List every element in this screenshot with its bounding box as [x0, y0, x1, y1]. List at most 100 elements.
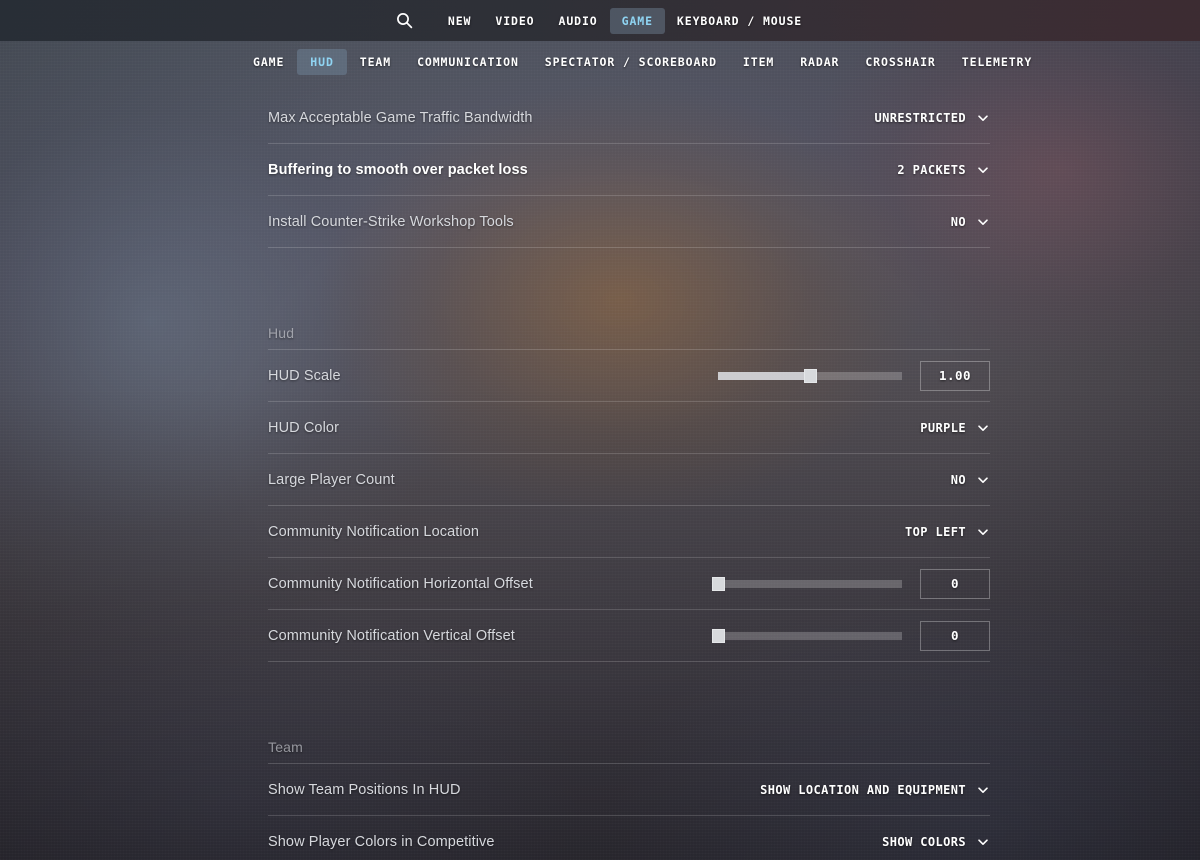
value-text: 1.00 — [938, 368, 972, 383]
slider-control: 1.00 — [718, 360, 990, 391]
dropdown-value: 2 PACKETS — [897, 162, 966, 177]
dropdown-value: NO — [950, 214, 966, 229]
setting-row-buffering-to-smooth-over-packet-loss[interactable]: Buffering to smooth over packet loss 2 PA… — [268, 144, 990, 196]
setting-control: 0 — [712, 620, 990, 651]
sub-tab-radar[interactable]: RADAR — [787, 49, 852, 75]
section-header-team: Team — [268, 702, 990, 764]
chevron-down-icon — [976, 473, 990, 487]
setting-label: HUD Color — [268, 419, 339, 436]
slider-fill — [718, 371, 810, 380]
sub-tab-bar: GAME HUD TEAM COMMUNICATION SPECTATOR / SCOR… — [0, 41, 1200, 83]
dropdown-install-counter-strike-workshop-tools[interactable]: NO — [951, 215, 990, 229]
setting-control: 2 PACKETS — [897, 163, 990, 177]
sub-tab-telemetry[interactable]: TELEMETRY — [949, 49, 1045, 75]
dropdown-large-player-count[interactable]: NO — [951, 473, 990, 487]
setting-label: Show Team Positions In HUD — [268, 781, 461, 798]
setting-control: SHOW LOCATION AND EQUIPMENT — [760, 783, 990, 797]
chevron-down-icon — [976, 215, 990, 229]
chevron-down-icon — [976, 783, 990, 797]
sub-tab-team[interactable]: TEAM — [347, 49, 404, 75]
section-title: Hud — [268, 325, 295, 341]
slider-community-notification-vertical-offset[interactable] — [712, 628, 902, 643]
setting-row-install-counter-strike-workshop-tools[interactable]: Install Counter-Strike Workshop Tools NO — [268, 196, 990, 248]
dropdown-value: NO — [950, 472, 966, 487]
value-text: 0 — [950, 576, 960, 591]
search-button[interactable] — [386, 7, 424, 35]
setting-control: NO — [951, 473, 990, 487]
sub-tab-item[interactable]: ITEM — [730, 49, 787, 75]
topnav-item-keyboard-mouse[interactable]: KEYBOARD / MOUSE — [665, 8, 814, 34]
setting-row-hud-color[interactable]: HUD Color PURPLE — [268, 402, 990, 454]
setting-control: PURPLE — [920, 421, 990, 435]
dropdown-value: TOP LEFT — [905, 524, 966, 539]
chevron-down-icon — [976, 163, 990, 177]
setting-row-community-notification-horizontal-offset[interactable]: Community Notification Horizontal Offset… — [268, 558, 990, 610]
dropdown-show-team-positions-in-hud[interactable]: SHOW LOCATION AND EQUIPMENT — [760, 783, 990, 797]
chevron-down-icon — [976, 525, 990, 539]
dropdown-value: UNRESTRICTED — [874, 110, 966, 125]
setting-row-community-notification-vertical-offset[interactable]: Community Notification Vertical Offset 0 — [268, 610, 990, 662]
dropdown-value: SHOW LOCATION AND EQUIPMENT — [760, 782, 966, 797]
slider-control: 0 — [712, 568, 990, 599]
setting-label: Show Player Colors in Competitive — [268, 833, 495, 850]
value-input-community-notification-vertical-offset[interactable]: 0 — [920, 620, 990, 651]
search-icon — [396, 12, 413, 29]
setting-label: Community Notification Vertical Offset — [268, 627, 515, 644]
setting-row-hud-scale[interactable]: HUD Scale 1.00 — [268, 350, 990, 402]
sub-tab-game[interactable]: GAME — [240, 49, 297, 75]
dropdown-community-notification-location[interactable]: TOP LEFT — [905, 525, 990, 539]
setting-label: Buffering to smooth over packet loss — [268, 161, 528, 178]
dropdown-buffering-to-smooth-over-packet-loss[interactable]: 2 PACKETS — [897, 163, 990, 177]
slider-thumb[interactable] — [804, 368, 817, 383]
setting-control: 1.00 — [718, 360, 990, 391]
setting-label: Max Acceptable Game Traffic Bandwidth — [268, 109, 533, 126]
slider-thumb[interactable] — [712, 628, 725, 643]
setting-control: NO — [951, 215, 990, 229]
top-navigation-bar: NEW VIDEO AUDIO GAME KEYBOARD / MOUSE — [0, 0, 1200, 41]
setting-control: SHOW COLORS — [882, 835, 990, 849]
setting-label: Install Counter-Strike Workshop Tools — [268, 213, 514, 230]
chevron-down-icon — [976, 421, 990, 435]
chevron-down-icon — [976, 835, 990, 849]
sub-tab-crosshair[interactable]: CROSSHAIR — [852, 49, 948, 75]
setting-control: 0 — [712, 568, 990, 599]
setting-control: UNRESTRICTED — [875, 111, 991, 125]
chevron-down-icon — [976, 111, 990, 125]
setting-row-max-acceptable-game-traffic-bandwidth[interactable]: Max Acceptable Game Traffic Bandwidth UNR… — [268, 92, 990, 144]
dropdown-value: PURPLE — [920, 420, 966, 435]
setting-row-show-team-positions-in-hud[interactable]: Show Team Positions In HUD SHOW LOCATION … — [268, 764, 990, 816]
setting-row-community-notification-location[interactable]: Community Notification Location TOP LEFT — [268, 506, 990, 558]
setting-row-show-player-colors-in-competitive[interactable]: Show Player Colors in Competitive SHOW CO… — [268, 816, 990, 860]
topnav-item-video[interactable]: VIDEO — [483, 8, 546, 34]
setting-label: Community Notification Horizontal Offset — [268, 575, 533, 592]
setting-label: Large Player Count — [268, 471, 395, 488]
value-text: 0 — [950, 628, 960, 643]
setting-label: Community Notification Location — [268, 523, 480, 540]
top-navigation-list: NEW VIDEO AUDIO GAME KEYBOARD / MOUSE — [436, 7, 814, 34]
setting-row-large-player-count[interactable]: Large Player Count NO — [268, 454, 990, 506]
slider-community-notification-horizontal-offset[interactable] — [712, 576, 902, 591]
topnav-item-game[interactable]: GAME — [609, 7, 665, 34]
dropdown-show-player-colors-in-competitive[interactable]: SHOW COLORS — [882, 835, 990, 849]
settings-screen: NEW VIDEO AUDIO GAME KEYBOARD / MOUSE GAME HU… — [0, 0, 1200, 860]
slider-control: 0 — [712, 620, 990, 651]
value-input-hud-scale[interactable]: 1.00 — [920, 360, 990, 391]
section-header-hud: Hud — [268, 288, 990, 350]
setting-label: HUD Scale — [268, 367, 341, 384]
slider-thumb[interactable] — [712, 576, 725, 591]
dropdown-max-acceptable-game-traffic-bandwidth[interactable]: UNRESTRICTED — [875, 111, 991, 125]
setting-control: TOP LEFT — [905, 525, 990, 539]
settings-list: Max Acceptable Game Traffic Bandwidth UNR… — [268, 92, 990, 860]
sub-tab-spectator-scoreboard[interactable]: SPECTATOR / SCOREBOARD — [532, 49, 730, 75]
dropdown-hud-color[interactable]: PURPLE — [920, 421, 990, 435]
topnav-item-audio[interactable]: AUDIO — [547, 8, 610, 34]
dropdown-value: SHOW COLORS — [882, 834, 966, 849]
sub-tab-hud[interactable]: HUD — [297, 49, 347, 75]
slider-hud-scale[interactable] — [718, 368, 902, 383]
sub-tab-communication[interactable]: COMMUNICATION — [404, 49, 532, 75]
section-title: Team — [268, 739, 304, 755]
value-input-community-notification-horizontal-offset[interactable]: 0 — [920, 568, 990, 599]
topnav-item-new[interactable]: NEW — [436, 8, 483, 34]
